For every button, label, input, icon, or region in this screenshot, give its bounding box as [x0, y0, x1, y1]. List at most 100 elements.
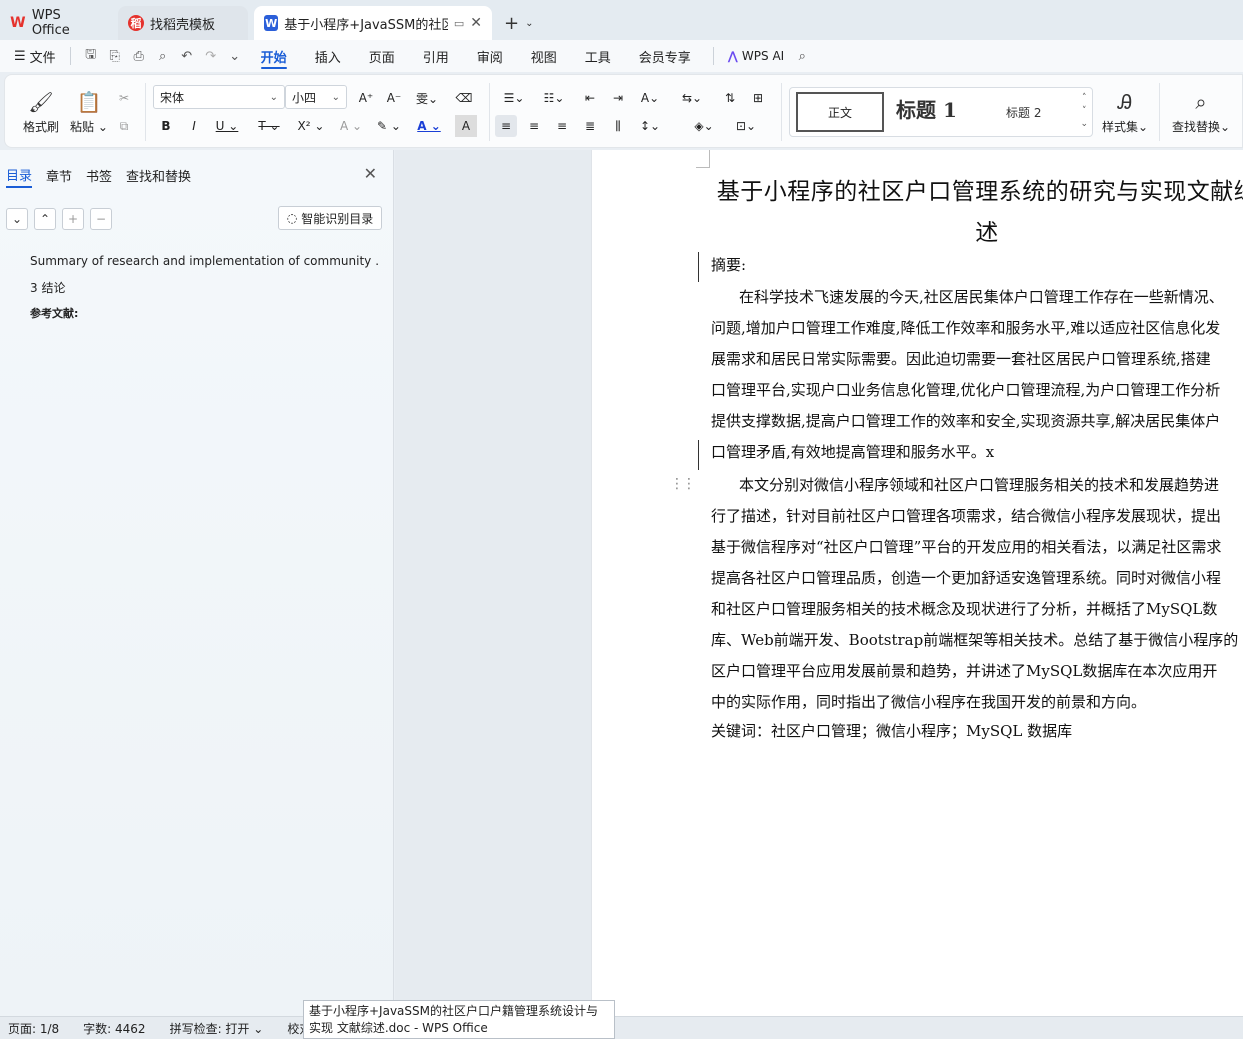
save-icon[interactable]: 🖫 — [79, 45, 103, 67]
font-size-value: 小四 — [292, 90, 317, 105]
font-size-select[interactable]: 小四 ⌄ — [285, 85, 347, 109]
bullets-icon[interactable]: ☰⌄ — [499, 87, 529, 109]
chevron-down-icon: ⌄ — [331, 91, 340, 103]
style-heading2[interactable]: 标题 2 — [1006, 104, 1041, 121]
style-gallery-scroll[interactable]: ˄ ˅ ⌄ — [1080, 92, 1088, 131]
export-icon[interactable]: ⎘ — [103, 49, 127, 64]
tab-page[interactable]: 页面 — [355, 40, 409, 72]
tab-review[interactable]: 审阅 — [463, 40, 517, 72]
style-gallery: 正文 标题 1 标题 2 ˄ ˅ ⌄ — [789, 87, 1093, 137]
font-color-icon[interactable]: A ⌄ — [413, 115, 445, 137]
grow-font-icon[interactable]: A⁺ — [355, 87, 377, 109]
file-menu-label: 文件 — [29, 50, 56, 66]
search-icon: ⌕ — [1195, 89, 1207, 114]
copy-icon[interactable]: ⧉ — [113, 115, 135, 137]
font-name-select[interactable]: 宋体 ⌄ — [153, 85, 285, 109]
wps-ai-button[interactable]: ⋀ WPS AI — [722, 49, 790, 63]
tab-home[interactable]: 开始 — [247, 40, 301, 72]
nav-tab-sections[interactable]: 章节 — [46, 162, 72, 188]
cut-icon[interactable]: ✂ — [113, 87, 135, 109]
new-tab-button[interactable]: + ⌄ — [498, 6, 539, 40]
page-indicator[interactable]: 页面: 1/8 — [8, 1020, 59, 1037]
find-replace-button[interactable]: ⌕ 查找替换⌄ — [1169, 85, 1233, 139]
expand-icon[interactable]: ⌃ — [34, 208, 56, 230]
docer-icon: 稻 — [128, 15, 144, 31]
align-center-icon[interactable]: ≡ — [523, 115, 545, 137]
show-marks-icon[interactable]: ⊞ — [747, 87, 769, 109]
tab-references[interactable]: 引用 — [409, 40, 463, 72]
tab-member[interactable]: 会员专享 — [625, 40, 705, 72]
toc-item[interactable]: 参考文献: — [30, 300, 380, 326]
spell-check-toggle[interactable]: 拼写检查: 打开 ⌄ — [170, 1020, 264, 1037]
text-line: 和社区户口管理服务相关的技术概念及现状进行了分析，并概括了MySQL数 — [711, 600, 1218, 618]
text-line: 提高各社区户口管理品质，创造一个更加舒适安逸管理系统。同时对微信小程 — [711, 569, 1222, 587]
drag-handle-icon[interactable]: ⋮⋮ — [670, 476, 696, 492]
align-right-icon[interactable]: ≡ — [551, 115, 573, 137]
collapse-icon[interactable]: ⌄ — [6, 208, 28, 230]
sort-icon[interactable]: ⇅ — [719, 87, 741, 109]
chevron-down-icon[interactable]: ⌄ — [223, 49, 247, 64]
toc-item[interactable]: 3 结论 — [30, 274, 380, 300]
tab-tools[interactable]: 工具 — [571, 40, 625, 72]
nav-tab-toc[interactable]: 目录 — [6, 162, 33, 188]
print-icon[interactable]: ⎙ — [127, 49, 151, 64]
file-menu[interactable]: ☰ 文件 — [8, 40, 62, 72]
undo-icon[interactable]: ↶ — [175, 49, 199, 64]
paste-button[interactable]: 📋 粘贴 ⌄ — [67, 85, 111, 139]
distributed-icon[interactable]: ⫼ — [607, 115, 629, 137]
nav-tab-find-replace[interactable]: 查找和替换 — [126, 162, 191, 188]
navigation-pane: 目录 章节 书签 查找和替换 ✕ ⌄ ⌃ + − ◌ 智能识别目录 Summar… — [0, 150, 394, 1016]
smart-toc-button[interactable]: ◌ 智能识别目录 — [278, 206, 382, 230]
tab-insert[interactable]: 插入 — [301, 40, 355, 72]
document-page[interactable]: 基于小程序的社区户口管理系统的研究与实现文献综 述 摘要: 在科学技术飞速发展的… — [591, 150, 1243, 1016]
highlight-icon[interactable]: ✎ ⌄ — [373, 115, 405, 137]
toc-item[interactable]: Summary of research and implementation o… — [30, 248, 380, 274]
italic-icon[interactable]: I — [183, 115, 205, 137]
strikethrough-icon[interactable]: T ⌄ — [253, 115, 285, 137]
close-icon[interactable]: ✕ — [364, 164, 377, 183]
redo-icon[interactable]: ↷ — [199, 49, 223, 64]
char-shading-icon[interactable]: A — [455, 115, 477, 137]
nav-tab-bookmarks[interactable]: 书签 — [86, 162, 112, 188]
style-normal[interactable]: 正文 — [796, 92, 884, 132]
underline-icon[interactable]: U ⌄ — [211, 115, 243, 137]
change-bar — [698, 440, 699, 470]
numbering-icon[interactable]: ☷⌄ — [539, 87, 569, 109]
line-spacing-icon[interactable]: ↕⌄ — [635, 115, 665, 137]
text-line: 在科学技术飞速发展的今天,社区居民集体户口管理工作存在一些新情况、 — [739, 288, 1224, 306]
align-left-icon[interactable]: ≡ — [495, 115, 517, 137]
bold-icon[interactable]: B — [155, 115, 177, 137]
search-icon[interactable]: ⌕ — [790, 49, 814, 64]
border-icon[interactable]: ⊡⌄ — [731, 115, 761, 137]
text-line: 本文分别对微信小程序领域和社区户口管理服务相关的技术和发展趋势进 — [739, 476, 1220, 494]
text-effect-icon[interactable]: A ⌄ — [335, 115, 367, 137]
tab-current-document[interactable]: W 基于小程序+JavaSSM的社区户 ▭ ✕ — [254, 6, 492, 40]
shrink-font-icon[interactable]: A⁻ — [383, 87, 405, 109]
chevron-down-icon[interactable]: ⌄ — [525, 18, 533, 29]
superscript-icon[interactable]: X² ⌄ — [295, 115, 327, 137]
format-painter-button[interactable]: 🖌 格式刷 — [19, 85, 63, 139]
wps-ai-label: WPS AI — [741, 49, 785, 63]
print-preview-icon[interactable]: ⌕ — [151, 49, 175, 64]
document-margin-area — [395, 150, 591, 1016]
tab-wps-office[interactable]: W WPS Office — [0, 6, 112, 40]
style-heading1[interactable]: 标题 1 — [896, 94, 957, 123]
clear-format-icon[interactable]: ⌫ — [453, 87, 475, 109]
smart-icon: ◌ — [286, 211, 298, 225]
shading-icon[interactable]: ◈⌄ — [689, 115, 719, 137]
tab-docer-templates[interactable]: 稻 找稻壳模板 — [118, 6, 248, 40]
add-heading-icon[interactable]: + — [62, 208, 84, 230]
word-count[interactable]: 字数: 4462 — [83, 1020, 145, 1037]
decrease-indent-icon[interactable]: ⇤ — [579, 87, 601, 109]
text-direction-icon[interactable]: ⇆⌄ — [677, 87, 707, 109]
close-icon[interactable]: ✕ — [470, 15, 482, 31]
remove-heading-icon[interactable]: − — [90, 208, 112, 230]
justify-icon[interactable]: ≣ — [579, 115, 601, 137]
paste-icon: 📋 — [76, 89, 102, 114]
text-line: 区户口管理平台应用发展前景和趋势，并讲述了MySQL数据库在本次应用开 — [711, 662, 1218, 680]
chinese-layout-icon[interactable]: A⌄ — [635, 87, 665, 109]
tab-view[interactable]: 视图 — [517, 40, 571, 72]
style-set-button[interactable]: Ꭿ 样式集⌄ — [1097, 85, 1153, 139]
phonetic-icon[interactable]: 雯⌄ — [411, 87, 443, 109]
increase-indent-icon[interactable]: ⇥ — [607, 87, 629, 109]
